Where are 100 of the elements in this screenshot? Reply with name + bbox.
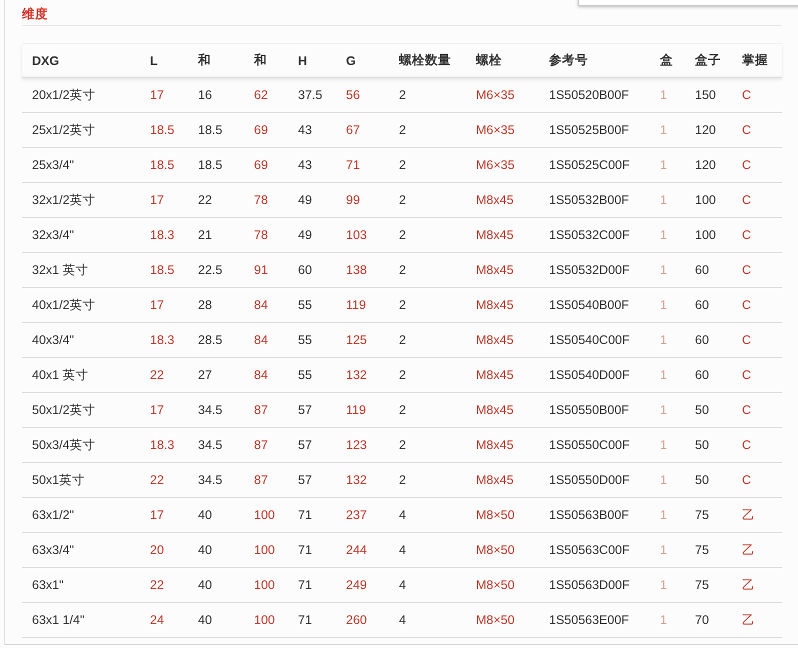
table-cell: 100 bbox=[244, 532, 288, 568]
table-cell: 1S50525C00F bbox=[539, 148, 650, 182]
table-cell: 63x1" bbox=[22, 568, 140, 602]
table-cell: 60 bbox=[685, 252, 732, 288]
table-cell: 22.5 bbox=[188, 252, 244, 288]
table-cell: 71 bbox=[288, 568, 336, 602]
table-cell: C bbox=[732, 182, 782, 218]
table-cell: 2 bbox=[389, 428, 466, 462]
table-cell: 17 bbox=[140, 78, 188, 112]
table-cell: M8x45 bbox=[466, 218, 539, 252]
table-cell: C bbox=[732, 112, 782, 148]
table-cell: 75 bbox=[685, 532, 732, 568]
table-cell: 50 bbox=[685, 462, 732, 498]
table-cell: C bbox=[732, 252, 782, 288]
table-cell: 125 bbox=[336, 322, 389, 358]
table-cell: 17 bbox=[140, 392, 188, 428]
table-cell: C bbox=[732, 322, 782, 358]
table-cell: 99 bbox=[336, 182, 389, 218]
table-cell: M8x45 bbox=[466, 322, 539, 358]
table-cell: 2 bbox=[389, 322, 466, 358]
table-cell: 71 bbox=[288, 532, 336, 568]
table-cell: 78 bbox=[244, 218, 288, 252]
table-cell: 乙 bbox=[732, 602, 782, 638]
table-cell: 150 bbox=[685, 78, 732, 112]
table-cell: 1 bbox=[650, 112, 685, 148]
table-cell: 2 bbox=[389, 112, 466, 148]
table-cell: 17 bbox=[140, 288, 188, 322]
table-cell: 103 bbox=[336, 218, 389, 252]
column-header: G bbox=[336, 44, 389, 78]
table-cell: 37.5 bbox=[288, 78, 336, 112]
table-cell: 20x1/2英寸 bbox=[22, 78, 140, 112]
table-cell: 91 bbox=[244, 252, 288, 288]
table-cell: 4 bbox=[389, 532, 466, 568]
table-cell: 40x1/2英寸 bbox=[22, 288, 140, 322]
table-cell: 2 bbox=[389, 358, 466, 392]
table-cell: C bbox=[732, 218, 782, 252]
table-cell: 2 bbox=[389, 148, 466, 182]
table-cell: 60 bbox=[685, 322, 732, 358]
table-cell: 237 bbox=[336, 498, 389, 532]
table-cell: 34.5 bbox=[188, 428, 244, 462]
table-cell: M8x45 bbox=[466, 358, 539, 392]
table-cell: 1S50540D00F bbox=[539, 358, 650, 392]
table-cell: 1S50550C00F bbox=[539, 428, 650, 462]
table-cell: 49 bbox=[288, 182, 336, 218]
table-cell: M8×50 bbox=[466, 568, 539, 602]
table-cell: 20 bbox=[140, 532, 188, 568]
table-cell: 57 bbox=[288, 428, 336, 462]
table-cell: 22 bbox=[140, 358, 188, 392]
table-cell: 43 bbox=[288, 112, 336, 148]
table-cell: 75 bbox=[685, 498, 732, 532]
table-cell: 71 bbox=[288, 498, 336, 532]
column-header: 和 bbox=[188, 44, 244, 78]
table-cell: 50x3/4英寸 bbox=[22, 428, 140, 462]
table-cell: 84 bbox=[244, 358, 288, 392]
table-cell: 28.5 bbox=[188, 322, 244, 358]
table-cell: 1S50532B00F bbox=[539, 182, 650, 218]
column-header: 盒子 bbox=[685, 44, 732, 78]
table-cell: 132 bbox=[336, 462, 389, 498]
table-cell: 40 bbox=[188, 498, 244, 532]
table-cell: 138 bbox=[336, 252, 389, 288]
table-cell: 62 bbox=[244, 78, 288, 112]
table-cell: 17 bbox=[140, 498, 188, 532]
column-header: 掌握 bbox=[732, 44, 782, 78]
table-cell: 1 bbox=[650, 428, 685, 462]
table-cell: 60 bbox=[685, 288, 732, 322]
table-cell: 63x3/4" bbox=[22, 532, 140, 568]
table-cell: 18.5 bbox=[188, 148, 244, 182]
table-cell: 1 bbox=[650, 532, 685, 568]
table-cell: 2 bbox=[389, 252, 466, 288]
table-cell: 1 bbox=[650, 182, 685, 218]
table-cell: 40 bbox=[188, 602, 244, 638]
table-cell: 71 bbox=[336, 148, 389, 182]
table-cell: 1S50550D00F bbox=[539, 462, 650, 498]
column-header: L bbox=[140, 44, 188, 78]
table-cell: 70 bbox=[685, 602, 732, 638]
table-cell: 71 bbox=[288, 602, 336, 638]
table-cell: M8x45 bbox=[466, 182, 539, 218]
table-cell: 56 bbox=[336, 78, 389, 112]
table-cell: 1S50563E00F bbox=[539, 602, 650, 638]
table-cell: 40x1 英寸 bbox=[22, 358, 140, 392]
table-cell: 40x3/4" bbox=[22, 322, 140, 358]
column-header: 盒 bbox=[650, 44, 685, 78]
table-cell: 1 bbox=[650, 322, 685, 358]
table-cell: 1 bbox=[650, 288, 685, 322]
table-cell: 乙 bbox=[732, 498, 782, 532]
table-cell: 67 bbox=[336, 112, 389, 148]
table-cell: C bbox=[732, 288, 782, 322]
table-cell: 119 bbox=[336, 392, 389, 428]
table-cell: 1S50563D00F bbox=[539, 568, 650, 602]
table-cell: 123 bbox=[336, 428, 389, 462]
table-cell: 18.5 bbox=[140, 148, 188, 182]
table-cell: M6×35 bbox=[466, 148, 539, 182]
table-cell: 18.3 bbox=[140, 428, 188, 462]
table-cell: 55 bbox=[288, 288, 336, 322]
table-cell: 1S50550B00F bbox=[539, 392, 650, 428]
table-cell: 34.5 bbox=[188, 392, 244, 428]
table-cell: 27 bbox=[188, 358, 244, 392]
table-cell: M8x45 bbox=[466, 428, 539, 462]
table-cell: 100 bbox=[244, 602, 288, 638]
table-cell: 21 bbox=[188, 218, 244, 252]
